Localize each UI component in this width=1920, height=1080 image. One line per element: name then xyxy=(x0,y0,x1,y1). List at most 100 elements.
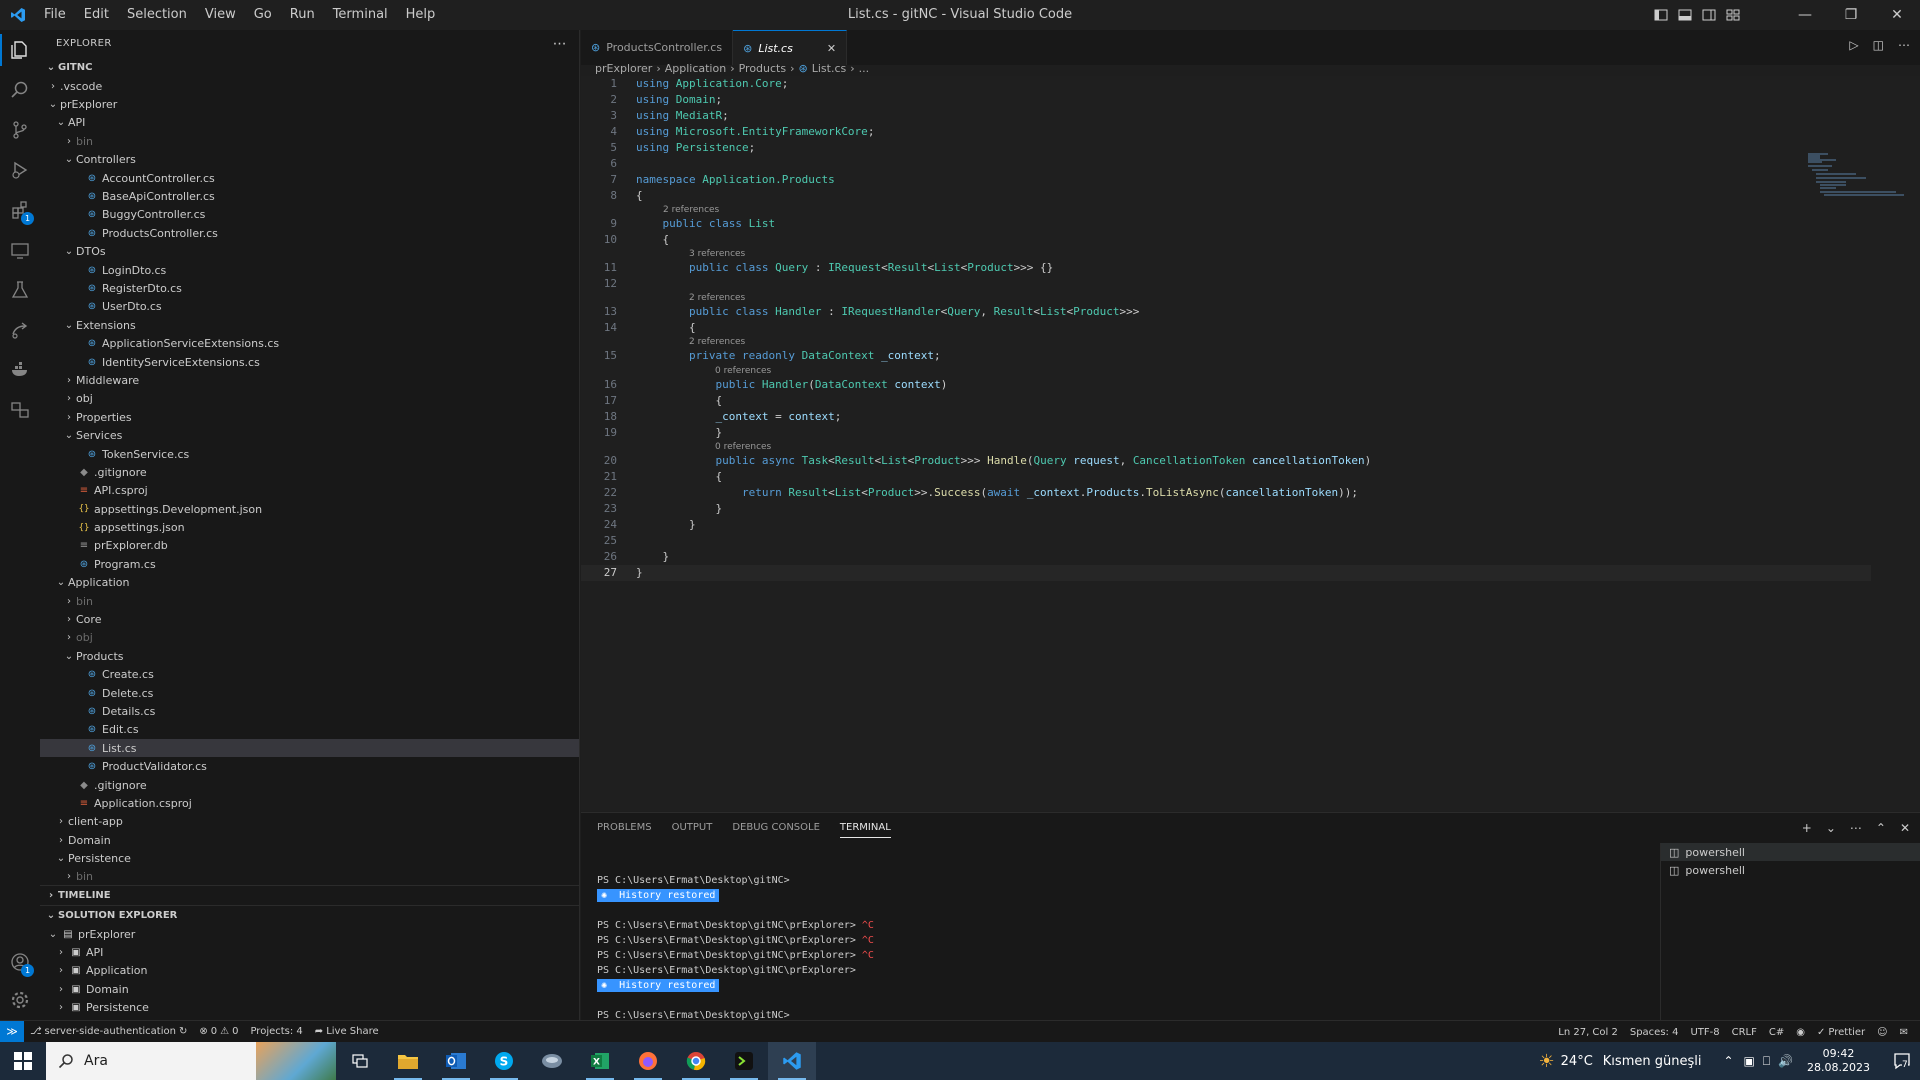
customize-layout-icon[interactable] xyxy=(1726,8,1740,22)
minimap[interactable] xyxy=(1806,152,1906,212)
copilot-icon[interactable]: ◉ xyxy=(1790,1027,1811,1038)
tab-debug-console[interactable]: DEBUG CONSOLE xyxy=(732,822,820,838)
tree-file[interactable]: ⊛ RegisterDto.cs xyxy=(40,279,579,297)
solution-project[interactable]: › ▣ Application xyxy=(40,962,580,980)
maximize-panel-icon[interactable]: ⌃ xyxy=(1876,821,1886,835)
tree-file[interactable]: ⊛ Program.cs xyxy=(40,555,579,573)
language-mode[interactable]: C# xyxy=(1763,1027,1790,1038)
close-window-icon[interactable]: ✕ xyxy=(1874,0,1920,30)
taskbar-search[interactable]: Ara xyxy=(46,1042,336,1080)
git-branch[interactable]: ⎇ server-side-authentication ↻ xyxy=(24,1026,193,1037)
chrome-icon[interactable] xyxy=(672,1042,720,1080)
task-view-icon[interactable] xyxy=(336,1042,384,1080)
solution-explorer-icon[interactable] xyxy=(0,390,40,430)
tree-folder[interactable]: › bin xyxy=(40,868,579,886)
terminal-output[interactable]: PS C:\Users\Ermat\Desktop\gitNC> ✺ Histor… xyxy=(597,873,874,1023)
solution-project[interactable]: › ▣ Persistence xyxy=(40,999,580,1017)
skype-icon[interactable]: S xyxy=(480,1042,528,1080)
code-lens[interactable]: 0 references xyxy=(715,365,771,377)
breadcrumb-item[interactable]: prExplorer xyxy=(595,62,652,75)
live-share-icon[interactable] xyxy=(0,310,40,350)
tree-folder[interactable]: ⌄ Application xyxy=(40,574,579,592)
projects-indicator[interactable]: Projects: 4 xyxy=(244,1026,308,1037)
code-editor[interactable]: 1 using Application.Core; 2 using Domain; … xyxy=(581,76,1920,811)
solution-root[interactable]: ⌄ ▤ prExplorer xyxy=(40,925,580,943)
line-ending[interactable]: CRLF xyxy=(1726,1027,1763,1038)
weather-temperature[interactable]: 24°C xyxy=(1561,1054,1593,1069)
tree-folder[interactable]: › Domain xyxy=(40,831,579,849)
restore-icon[interactable]: ❐ xyxy=(1828,0,1874,30)
tree-folder[interactable]: › .vscode xyxy=(40,77,579,95)
breadcrumb-item[interactable]: Application xyxy=(665,62,726,75)
search-icon[interactable] xyxy=(0,70,40,110)
menu-selection[interactable]: Selection xyxy=(118,0,196,30)
meet-now-icon[interactable]: ▣ xyxy=(1744,1054,1755,1068)
tree-folder[interactable]: ⌄ prExplorer xyxy=(40,95,579,113)
tree-file[interactable]: ⊛ ProductValidator.cs xyxy=(40,757,579,775)
timeline-section-header[interactable]: › TIMELINE xyxy=(40,885,580,905)
weather-icon[interactable]: ☀ xyxy=(1539,1051,1555,1072)
tree-file[interactable]: ⊛ Delete.cs xyxy=(40,684,579,702)
show-hidden-icons-icon[interactable]: ⌃ xyxy=(1723,1054,1733,1068)
tree-file[interactable]: ⊛ ApplicationServiceExtensions.cs xyxy=(40,334,579,352)
tree-file[interactable]: ⊛ List.cs xyxy=(40,739,579,758)
clock[interactable]: 09:42 28.08.2023 xyxy=(1807,1047,1870,1075)
remote-explorer-icon[interactable] xyxy=(0,230,40,270)
workspace-section-header[interactable]: ⌄ GITNC xyxy=(40,57,579,77)
extensions-icon[interactable]: 1 xyxy=(0,190,40,230)
terminal-item[interactable]: ◫ powershell xyxy=(1661,861,1920,879)
toggle-panel-icon[interactable] xyxy=(1678,8,1692,22)
explorer-icon[interactable] xyxy=(0,30,40,70)
tree-file[interactable]: ⊛ Edit.cs xyxy=(40,721,579,739)
remote-indicator-icon[interactable]: ≫ xyxy=(0,1020,24,1043)
encoding[interactable]: UTF-8 xyxy=(1684,1027,1725,1038)
menu-view[interactable]: View xyxy=(196,0,245,30)
tree-file[interactable]: ⊛ UserDto.cs xyxy=(40,298,579,316)
testing-icon[interactable] xyxy=(0,270,40,310)
live-share-button[interactable]: ➦ Live Share xyxy=(309,1026,385,1037)
code-lens[interactable]: 2 references xyxy=(689,336,745,348)
tree-file[interactable]: ⊛ Details.cs xyxy=(40,702,579,720)
solution-project[interactable]: › ▣ Domain xyxy=(40,980,580,998)
more-actions-icon[interactable]: ⋯ xyxy=(553,36,567,52)
volume-icon[interactable]: 🔊 xyxy=(1778,1054,1793,1068)
source-control-icon[interactable] xyxy=(0,110,40,150)
solution-project[interactable]: › ▣ API xyxy=(40,943,580,961)
menu-go[interactable]: Go xyxy=(245,0,281,30)
code-lens[interactable]: 3 references xyxy=(689,248,745,260)
app-icon[interactable] xyxy=(528,1042,576,1080)
vscode-taskbar-icon[interactable] xyxy=(768,1042,816,1080)
menu-run[interactable]: Run xyxy=(281,0,324,30)
tree-folder[interactable]: › bin xyxy=(40,592,579,610)
windows-start-icon[interactable] xyxy=(0,1042,46,1080)
problems-indicator[interactable]: ⊗ 0 ⚠ 0 xyxy=(193,1026,244,1037)
weather-description[interactable]: Kısmen güneşli xyxy=(1603,1054,1702,1069)
run-code-icon[interactable]: ▷ xyxy=(1849,38,1858,52)
close-panel-icon[interactable]: ✕ xyxy=(1900,821,1910,835)
firefox-icon[interactable] xyxy=(624,1042,672,1080)
manage-gear-icon[interactable] xyxy=(0,980,40,1020)
tree-folder[interactable]: ⌄ Controllers xyxy=(40,151,579,169)
tab-problems[interactable]: PROBLEMS xyxy=(597,822,652,838)
tab-output[interactable]: OUTPUT xyxy=(672,822,713,838)
menu-help[interactable]: Help xyxy=(397,0,445,30)
tree-file[interactable]: ⊛ BuggyController.cs xyxy=(40,206,579,224)
tree-file[interactable]: ⊛ ProductsController.cs xyxy=(40,224,579,242)
breadcrumb-item[interactable]: ... xyxy=(859,62,870,75)
tree-folder[interactable]: ⌄ Extensions xyxy=(40,316,579,334)
toggle-primary-sidebar-icon[interactable] xyxy=(1654,8,1668,22)
tree-file[interactable]: {} appsettings.Development.json xyxy=(40,500,579,518)
file-explorer-icon[interactable] xyxy=(384,1042,432,1080)
tree-folder[interactable]: ⌄ DTOs xyxy=(40,243,579,261)
docker-icon[interactable] xyxy=(0,350,40,390)
split-editor-icon[interactable]: ◫ xyxy=(1873,38,1884,52)
minimize-icon[interactable]: — xyxy=(1782,0,1828,30)
breadcrumb-item[interactable]: Products xyxy=(739,62,787,75)
outlook-icon[interactable] xyxy=(432,1042,480,1080)
tree-file[interactable]: ◆ .gitignore xyxy=(40,776,579,794)
tree-file[interactable]: ⊛ IdentityServiceExtensions.cs xyxy=(40,353,579,371)
code-lens[interactable]: 0 references xyxy=(715,441,771,453)
tree-file[interactable]: ⊛ LoginDto.cs xyxy=(40,261,579,279)
notifications-icon[interactable]: 7 xyxy=(1884,1052,1920,1070)
breadcrumb-item[interactable]: List.cs xyxy=(812,62,847,75)
